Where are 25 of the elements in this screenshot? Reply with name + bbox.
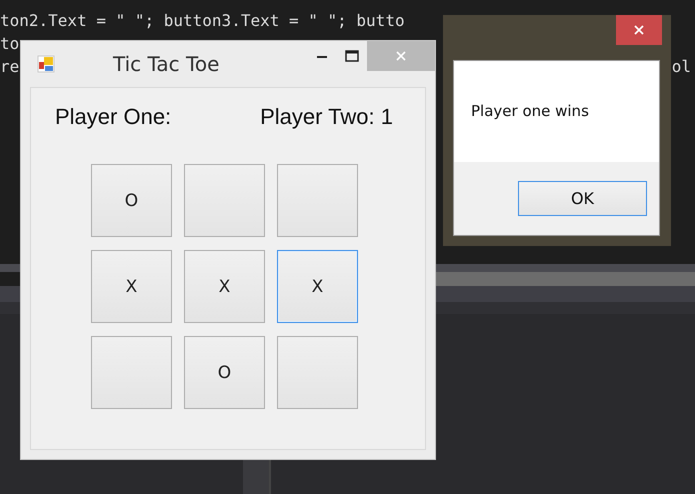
- player-one-label: Player One:: [55, 104, 172, 130]
- code-line: re: [0, 56, 20, 78]
- player-two-label: Player Two: 1: [260, 104, 393, 130]
- code-line: ton2.Text = " "; button3.Text = " "; butto: [0, 10, 405, 32]
- board-square[interactable]: [184, 164, 265, 237]
- board-square[interactable]: [277, 164, 358, 237]
- horizontal-scrollbar[interactable]: [436, 272, 695, 286]
- maximize-icon: [345, 50, 359, 62]
- board-square[interactable]: X: [91, 250, 172, 323]
- board-square[interactable]: O: [184, 336, 265, 409]
- code-line: to: [0, 33, 20, 55]
- ok-button[interactable]: OK: [518, 181, 647, 216]
- message-text: Player one wins: [470, 101, 590, 122]
- close-button[interactable]: [616, 15, 662, 45]
- app-icon: [37, 55, 55, 73]
- vertical-splitter[interactable]: [243, 460, 271, 494]
- board-square[interactable]: [91, 336, 172, 409]
- board-square[interactable]: X: [277, 250, 358, 323]
- window-title: Tic Tac Toe: [113, 52, 220, 76]
- close-icon: [395, 50, 407, 62]
- board-square[interactable]: O: [91, 164, 172, 237]
- close-icon: [633, 24, 645, 36]
- board-square[interactable]: [277, 336, 358, 409]
- board-square[interactable]: X: [184, 250, 265, 323]
- code-line: ol: [672, 56, 692, 78]
